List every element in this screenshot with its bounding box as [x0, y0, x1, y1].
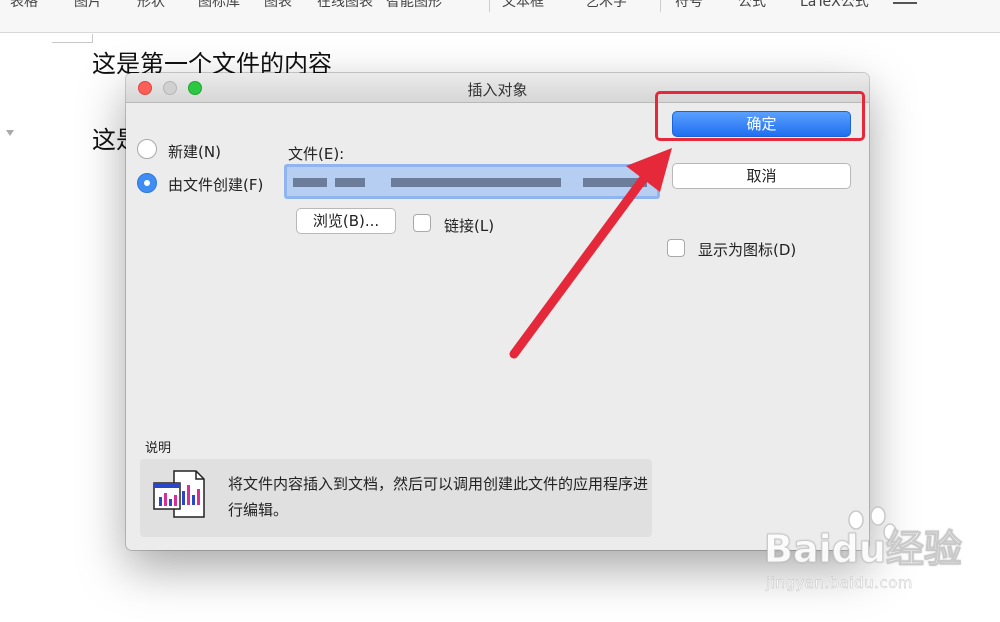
radio-new[interactable]	[137, 139, 157, 159]
link-checkbox[interactable]	[413, 214, 431, 232]
link-label[interactable]: 链接(L)	[444, 215, 494, 236]
toolbar-latex-formula[interactable]: LaTeX公式	[800, 0, 869, 11]
description-heading: 说明	[145, 441, 172, 456]
cancel-button[interactable]: 取消	[672, 163, 851, 189]
radio-new-label[interactable]: 新建(N)	[168, 141, 221, 162]
radio-from-file[interactable]	[137, 173, 157, 193]
more-menu-icon[interactable]	[893, 0, 917, 4]
margin-corner-mark	[52, 42, 92, 43]
toolbar-symbol[interactable]: 符号	[675, 0, 703, 11]
toolbar-online-chart[interactable]: 在线图表	[317, 0, 373, 11]
toolbar-formula[interactable]: 公式	[738, 0, 766, 11]
margin-corner-mark	[92, 34, 93, 43]
toolbar-separator	[489, 0, 490, 12]
toolbar-chart[interactable]: 图表	[264, 0, 292, 11]
file-path-input[interactable]	[284, 164, 660, 199]
toolbar-shape[interactable]: 形状	[137, 0, 165, 11]
display-as-icon-label[interactable]: 显示为图标(D)	[698, 239, 796, 260]
browse-button[interactable]: 浏览(B)...	[296, 208, 396, 234]
collapse-triangle-icon[interactable]	[6, 130, 14, 136]
ribbon-toolbar: 表格 图片 形状 图标库 图表 在线图表 智能图形 文本框 艺术字 符号 公式 …	[0, 0, 1000, 33]
file-label: 文件(E):	[288, 145, 345, 163]
ok-button-highlight-annotation	[655, 91, 865, 141]
radio-from-file-label[interactable]: 由文件创建(F)	[168, 174, 263, 195]
description-panel: 将文件内容插入到文档，然后可以调用创建此文件的应用程序进行编辑。	[140, 459, 652, 537]
toolbar-textbox[interactable]: 文本框	[502, 0, 544, 11]
toolbar-table[interactable]: 表格	[10, 0, 38, 11]
blurred-path-segment	[583, 178, 647, 187]
document-object-icon	[152, 469, 212, 519]
insert-object-dialog: 插入对象 新建(N) 由文件创建(F) 文件(E): 浏览(B)... 链接(L…	[126, 73, 869, 550]
watermark-url: jingyan.baidu.com	[766, 574, 913, 592]
blurred-path-segment	[391, 178, 561, 187]
blurred-path-segment	[293, 178, 327, 187]
toolbar-picture[interactable]: 图片	[74, 0, 102, 11]
description-text: 将文件内容插入到文档，然后可以调用创建此文件的应用程序进行编辑。	[228, 475, 649, 519]
toolbar-wordart[interactable]: 艺术字	[585, 0, 627, 11]
display-as-icon-checkbox[interactable]	[667, 239, 685, 257]
toolbar-icon-library[interactable]: 图标库	[198, 0, 240, 11]
baidu-jingyan-watermark: Baidu经验 jingyan.baidu.com	[752, 506, 962, 600]
toolbar-smart-graphic[interactable]: 智能图形	[386, 0, 442, 11]
watermark-logo-text: Baidu经验	[764, 527, 963, 572]
blurred-path-segment	[335, 178, 365, 187]
toolbar-separator	[660, 0, 661, 12]
